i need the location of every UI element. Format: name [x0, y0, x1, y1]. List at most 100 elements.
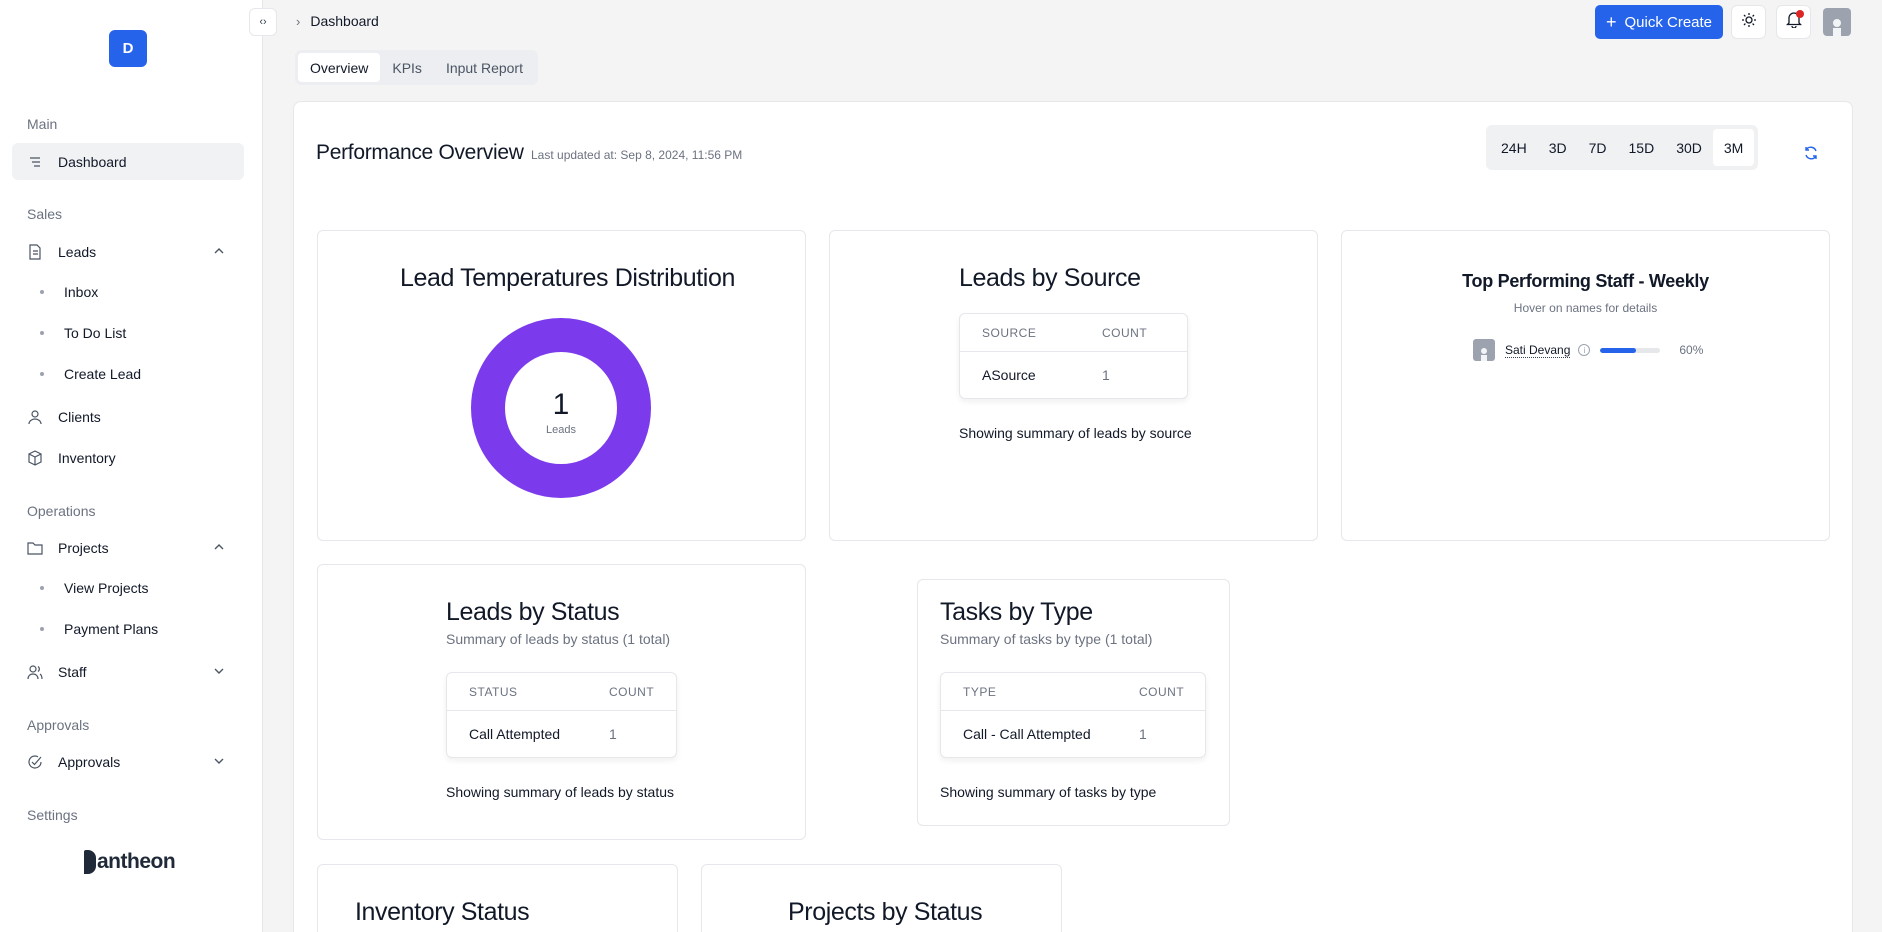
- sidebar-item-approvals[interactable]: Approvals: [12, 743, 244, 780]
- tab-kpis[interactable]: KPIs: [380, 53, 434, 82]
- table-row[interactable]: Call - Call Attempted 1: [941, 711, 1205, 757]
- column-header-source: SOURCE: [982, 325, 1037, 340]
- range-24h-button[interactable]: 24H: [1490, 129, 1538, 166]
- column-header-type: TYPE: [963, 684, 997, 699]
- user-avatar[interactable]: [1823, 8, 1851, 36]
- theme-toggle-button[interactable]: [1731, 5, 1766, 39]
- column-header-count: COUNT: [1102, 325, 1148, 340]
- sidebar-item-label: View Projects: [64, 580, 149, 596]
- brand-mark-icon: [84, 850, 96, 874]
- table-row[interactable]: Call Attempted 1: [447, 711, 676, 757]
- sidebar-item-label: Approvals: [58, 753, 121, 770]
- lead-temperatures-title: Lead Temperatures Distribution: [400, 264, 735, 292]
- breadcrumb: › Dashboard: [296, 13, 379, 29]
- leads-by-status-table: STATUS COUNT Call Attempted 1: [446, 672, 677, 758]
- leads-by-status-title: Leads by Status: [446, 598, 620, 626]
- projects-by-status-title: Projects by Status: [788, 898, 983, 926]
- bullet-icon: [40, 331, 44, 335]
- leads-by-source-title: Leads by Source: [959, 264, 1141, 292]
- sidebar-item-label: Projects: [58, 539, 109, 556]
- sidebar-item-projects[interactable]: Projects: [12, 529, 244, 566]
- sidebar-item-label: Clients: [58, 408, 101, 425]
- range-3d-button[interactable]: 3D: [1538, 129, 1578, 166]
- leads-by-status-subtitle: Summary of leads by status (1 total): [446, 631, 671, 647]
- sidebar-subitem-todo[interactable]: To Do List: [40, 318, 126, 348]
- sidebar-item-inventory[interactable]: Inventory: [12, 439, 244, 476]
- tasks-by-type-footer: Showing summary of tasks by type: [940, 784, 1157, 800]
- sidebar-item-label: Staff: [58, 663, 87, 680]
- sidebar-item-staff[interactable]: Staff: [12, 653, 244, 690]
- range-7d-button[interactable]: 7D: [1578, 129, 1618, 166]
- sidebar-item-label: Payment Plans: [64, 621, 159, 637]
- staff-name[interactable]: Sati Devang: [1505, 343, 1571, 358]
- cell-count: 1: [609, 726, 617, 742]
- sidebar-subitem-create-lead[interactable]: Create Lead: [40, 359, 141, 389]
- cell-source: ASource: [982, 367, 1036, 383]
- sidebar-item-clients[interactable]: Clients: [12, 398, 244, 435]
- leads-by-status-footer: Showing summary of leads by status: [446, 784, 674, 800]
- staff-avatar: [1473, 339, 1495, 361]
- cell-count: 1: [1102, 367, 1110, 383]
- sidebar-item-leads[interactable]: Leads: [12, 233, 244, 270]
- chevron-down-icon[interactable]: [212, 754, 226, 768]
- sidebar-item-dashboard[interactable]: Dashboard: [12, 143, 244, 180]
- quick-create-button[interactable]: + Quick Create: [1595, 5, 1723, 39]
- last-updated-text: Last updated at: Sep 8, 2024, 11:56 PM: [531, 148, 743, 162]
- inventory-status-title: Inventory Status: [355, 898, 530, 926]
- sidebar: D Main Dashboard Sales Leads Inbox To Do…: [0, 0, 263, 932]
- donut-total-value: 1: [552, 388, 570, 421]
- chevron-down-icon[interactable]: [212, 664, 226, 678]
- bullet-icon: [40, 372, 44, 376]
- tasks-by-type-subtitle: Summary of tasks by type (1 total): [940, 631, 1153, 647]
- staff-row[interactable]: Sati Devang i 60%: [1473, 339, 1703, 361]
- tab-input-report[interactable]: Input Report: [434, 53, 535, 82]
- leads-by-source-table: SOURCE COUNT ASource 1: [959, 313, 1188, 399]
- bullet-icon: [40, 290, 44, 294]
- cell-type: Call - Call Attempted: [963, 726, 1091, 742]
- refresh-icon[interactable]: [1803, 145, 1819, 161]
- sidebar-item-label: To Do List: [64, 325, 127, 341]
- column-header-count: COUNT: [609, 684, 655, 699]
- notification-dot: [1796, 10, 1804, 18]
- sidebar-subitem-payment-plans[interactable]: Payment Plans: [40, 614, 158, 644]
- bullet-icon: [40, 586, 44, 590]
- sidebar-item-label: Inventory: [58, 449, 116, 466]
- document-icon: [27, 243, 43, 260]
- table-row[interactable]: ASource 1: [960, 352, 1187, 398]
- chevron-up-icon[interactable]: [212, 244, 226, 258]
- sidebar-toggle-button[interactable]: ‹›: [249, 8, 277, 36]
- time-range-selector: 24H 3D 7D 15D 30D 3M: [1486, 125, 1759, 170]
- top-staff-subtitle: Hover on names for details: [1513, 301, 1658, 315]
- workspace-logo[interactable]: D: [109, 30, 147, 67]
- section-label-operations: Operations: [27, 503, 96, 519]
- quick-create-label: Quick Create: [1624, 13, 1713, 31]
- sidebar-item-label: Create Lead: [64, 366, 142, 382]
- tab-overview[interactable]: Overview: [298, 53, 381, 82]
- tasks-by-type-table: TYPE COUNT Call - Call Attempted 1: [940, 672, 1206, 758]
- user-icon: [27, 409, 43, 425]
- package-icon: [27, 449, 43, 466]
- sidebar-subitem-inbox[interactable]: Inbox: [40, 277, 98, 307]
- staff-percent: 60%: [1679, 343, 1704, 357]
- sidebar-subitem-view-projects[interactable]: View Projects: [40, 573, 149, 603]
- tasks-by-type-title: Tasks by Type: [940, 598, 1093, 626]
- donut-total-label: Leads: [546, 424, 576, 436]
- info-icon[interactable]: i: [1578, 344, 1591, 356]
- range-3m-button[interactable]: 3M: [1712, 129, 1755, 166]
- check-circle-icon: [27, 754, 43, 770]
- section-label-settings: Settings: [27, 807, 78, 823]
- code-brackets-icon: ‹›: [259, 16, 267, 28]
- section-label-main: Main: [27, 116, 58, 132]
- staff-progress-bar: [1600, 347, 1661, 353]
- folder-icon: [27, 540, 43, 556]
- leads-by-source-footer: Showing summary of leads by source: [959, 425, 1192, 441]
- sidebar-item-label: Dashboard: [58, 153, 127, 170]
- breadcrumb-current[interactable]: Dashboard: [310, 13, 379, 29]
- notifications-button[interactable]: [1776, 5, 1811, 39]
- chevron-up-icon[interactable]: [212, 540, 226, 554]
- range-30d-button[interactable]: 30D: [1665, 129, 1713, 166]
- range-15d-button[interactable]: 15D: [1618, 129, 1666, 166]
- cell-status: Call Attempted: [469, 726, 561, 742]
- section-label-approvals: Approvals: [27, 717, 90, 733]
- staff-progress-fill: [1600, 347, 1637, 353]
